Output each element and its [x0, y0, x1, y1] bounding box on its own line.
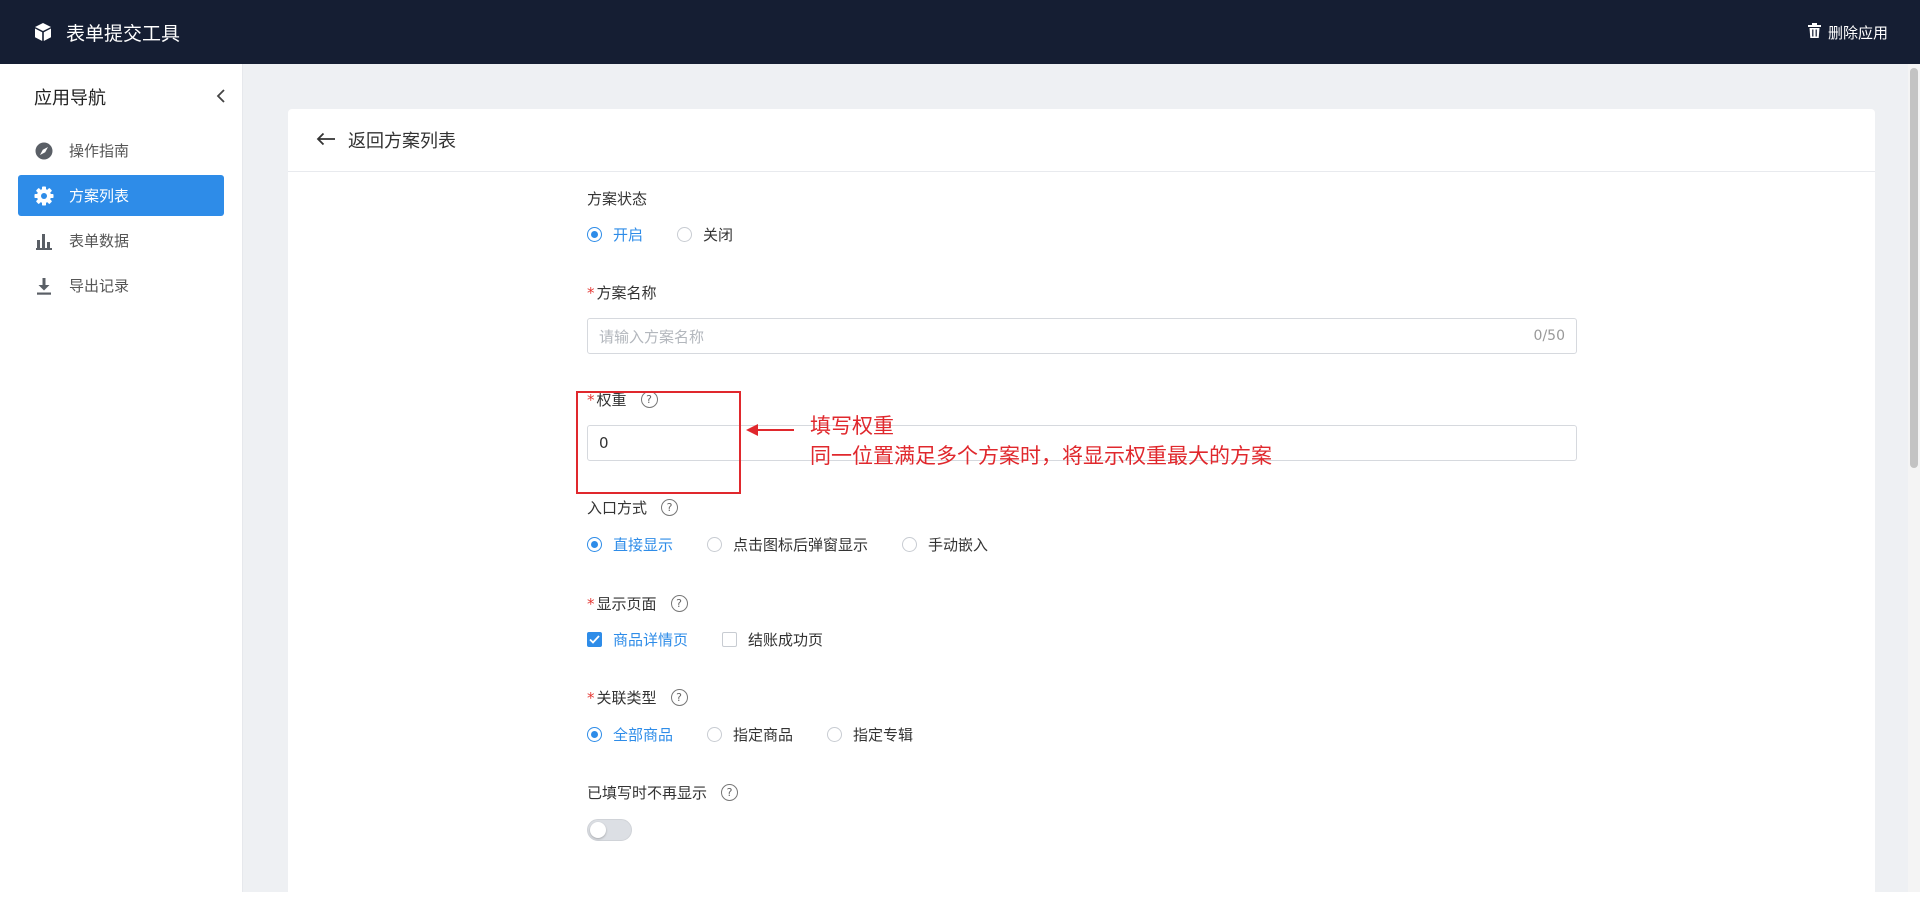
delete-app-button[interactable]: 删除应用 [1807, 22, 1888, 43]
entry-option-manual[interactable]: 手动嵌入 [902, 534, 988, 555]
delete-app-label: 删除应用 [1827, 23, 1888, 42]
relation-option-all[interactable]: 全部商品 [587, 724, 673, 745]
option-label: 直接显示 [613, 536, 674, 554]
scrollbar-thumb[interactable] [1910, 68, 1918, 468]
compass-icon [33, 140, 55, 162]
checkbox-unchecked-icon [722, 632, 738, 647]
sidebar-item-export[interactable]: 导出记录 [18, 265, 224, 306]
relation-option-products[interactable]: 指定商品 [707, 724, 793, 745]
status-label: 方案状态 [587, 188, 647, 209]
option-label: 结账成功页 [748, 631, 824, 649]
download-icon [33, 275, 55, 297]
char-counter: 0/50 [1533, 328, 1565, 344]
sidebar-item-label: 导出记录 [69, 277, 130, 295]
entry-label: 入口方式 ? [587, 497, 679, 518]
entry-option-direct[interactable]: 直接显示 [587, 534, 673, 555]
radio-unchecked-icon [827, 727, 843, 742]
radio-unchecked-icon [677, 227, 693, 242]
option-label: 指定商品 [733, 726, 794, 744]
relation-label-text: 关联类型 [596, 689, 657, 707]
option-label: 商品详情页 [613, 631, 689, 649]
hide-after-label-text: 已填写时不再显示 [587, 784, 708, 802]
sidebar: 应用导航 操作指南 方案列表 表单数据 导出记录 [0, 64, 243, 892]
status-label-text: 方案状态 [587, 190, 648, 208]
collapse-sidebar-button[interactable] [216, 87, 226, 108]
entry-radio-group: 直接显示 点击图标后弹窗显示 手动嵌入 [587, 534, 988, 555]
required-mark: * [587, 284, 595, 302]
sidebar-item-label: 方案列表 [69, 187, 130, 205]
relation-label: * 关联类型 ? [587, 687, 688, 708]
status-radio-group: 开启 关闭 [587, 224, 733, 245]
required-mark: * [587, 595, 595, 613]
option-label: 点击图标后弹窗显示 [733, 536, 869, 554]
option-label: 手动嵌入 [928, 536, 989, 554]
relation-option-collection[interactable]: 指定专辑 [827, 724, 913, 745]
bar-chart-icon [33, 230, 55, 252]
hide-after-toggle[interactable] [587, 819, 632, 841]
back-to-list-button[interactable]: 返回方案列表 [288, 109, 1875, 172]
option-label: 指定专辑 [853, 726, 914, 744]
radio-unchecked-icon [902, 537, 918, 552]
required-mark: * [587, 689, 595, 707]
radio-checked-icon [587, 227, 602, 242]
top-bar: 表单提交工具 删除应用 [0, 0, 1920, 64]
sidebar-item-plans[interactable]: 方案列表 [18, 175, 224, 216]
help-icon[interactable]: ? [721, 784, 739, 801]
sidebar-item-label: 操作指南 [69, 142, 130, 160]
sidebar-item-label: 表单数据 [69, 232, 130, 250]
page-option-product-detail[interactable]: 商品详情页 [587, 629, 688, 650]
annotation-line-2: 同一位置满足多个方案时，将显示权重最大的方案 [810, 444, 1272, 468]
option-label: 全部商品 [613, 726, 674, 744]
arrow-left-icon [316, 130, 336, 151]
sidebar-item-guide[interactable]: 操作指南 [18, 130, 224, 171]
pages-checkbox-group: 商品详情页 结账成功页 [587, 629, 823, 650]
annotation-highlight-box [576, 391, 741, 494]
plan-name-placeholder: 请输入方案名称 [599, 327, 705, 346]
scrollbar[interactable] [1908, 64, 1920, 892]
status-option-off[interactable]: 关闭 [677, 224, 733, 245]
option-label: 关闭 [703, 226, 734, 244]
annotation-arrow-icon [746, 423, 796, 441]
sidebar-header: 应用导航 [0, 64, 242, 130]
radio-checked-icon [587, 727, 602, 742]
pages-label: * 显示页面 ? [587, 593, 688, 614]
help-icon[interactable]: ? [670, 595, 688, 612]
page-option-checkout-success[interactable]: 结账成功页 [722, 629, 823, 650]
name-label-text: 方案名称 [596, 284, 657, 302]
plan-edit-card: 返回方案列表 方案状态 开启 关闭 * 方案名称 请输入方案名称 0/50 * 权 [288, 109, 1875, 909]
entry-option-popup[interactable]: 点击图标后弹窗显示 [707, 534, 868, 555]
status-option-on[interactable]: 开启 [587, 224, 643, 245]
back-label: 返回方案列表 [348, 131, 456, 152]
radio-unchecked-icon [707, 537, 723, 552]
radio-unchecked-icon [707, 727, 723, 742]
radio-checked-icon [587, 537, 602, 552]
annotation-text: 填写权重 同一位置满足多个方案时，将显示权重最大的方案 [810, 411, 1272, 471]
relation-radio-group: 全部商品 指定商品 指定专辑 [587, 724, 913, 745]
help-icon[interactable]: ? [670, 689, 688, 706]
sidebar-item-form-data[interactable]: 表单数据 [18, 220, 224, 261]
option-label: 开启 [613, 226, 644, 244]
cube-icon [34, 22, 52, 42]
help-icon[interactable]: ? [661, 499, 679, 516]
trash-icon [1807, 22, 1821, 42]
name-label: * 方案名称 [587, 282, 657, 303]
plan-name-input[interactable]: 请输入方案名称 0/50 [587, 318, 1577, 354]
entry-label-text: 入口方式 [587, 499, 648, 517]
hide-after-label: 已填写时不再显示 ? [587, 782, 739, 803]
gear-icon [33, 185, 55, 207]
pages-label-text: 显示页面 [596, 595, 657, 613]
annotation-line-1: 填写权重 [810, 414, 894, 438]
checkbox-checked-icon [587, 632, 602, 647]
app-title: 表单提交工具 [66, 22, 181, 45]
brand: 表单提交工具 [34, 19, 180, 46]
chevron-left-icon [216, 87, 226, 108]
sidebar-title: 应用导航 [34, 88, 106, 109]
